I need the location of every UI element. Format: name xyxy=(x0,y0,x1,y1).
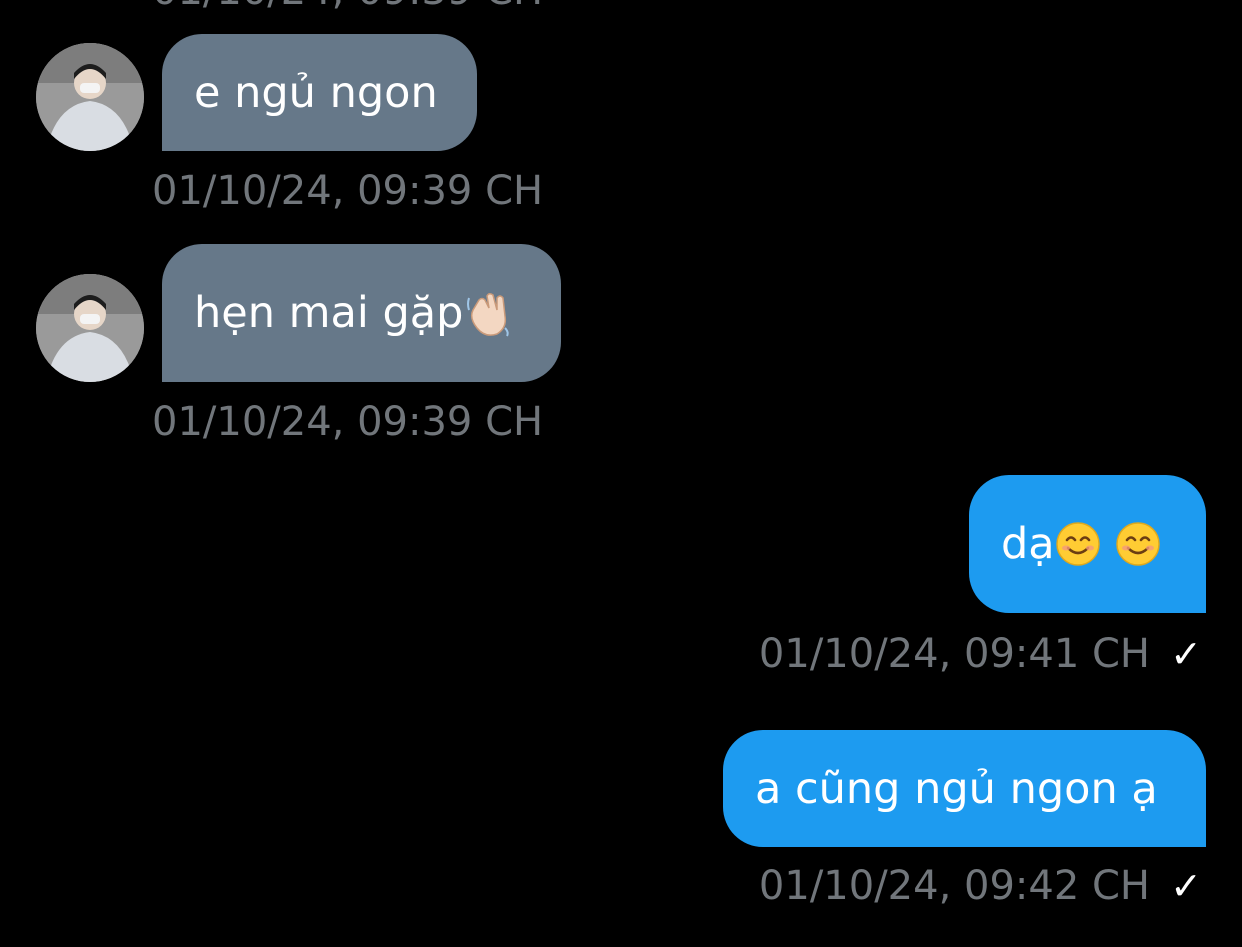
avatar[interactable] xyxy=(36,274,144,382)
smiling-face-icon xyxy=(1055,522,1100,566)
incoming-message-bubble[interactable]: hẹn mai gặp xyxy=(162,244,561,382)
previous-message-timestamp: 01/10/24, 09:39 CH xyxy=(152,0,543,14)
incoming-message-bubble[interactable]: e ngủ ngon xyxy=(162,34,477,151)
avatar[interactable] xyxy=(36,43,144,151)
message-text: dạ xyxy=(1001,519,1055,569)
sent-check-icon: ✓ xyxy=(1170,864,1202,908)
outgoing-message-bubble[interactable]: dạ xyxy=(969,475,1206,613)
smiling-face-icon xyxy=(1115,522,1160,566)
message-timestamp: 01/10/24, 09:39 CH xyxy=(152,399,544,445)
message-timestamp: 01/10/24, 09:39 CH xyxy=(152,168,544,214)
message-text: a cũng ngủ ngon ạ xyxy=(755,763,1158,814)
message-timestamp: 01/10/24, 09:41 CH xyxy=(758,631,1150,677)
message-text: e ngủ ngon xyxy=(194,67,438,118)
dm-conversation: 01/10/24, 09:39 CH e ngủ ngon 01/10/24, … xyxy=(0,0,1242,947)
waving-hand-icon xyxy=(467,292,510,337)
profile-photo-icon xyxy=(36,274,144,382)
sent-check-icon: ✓ xyxy=(1170,632,1202,676)
outgoing-message-bubble[interactable]: a cũng ngủ ngon ạ xyxy=(723,730,1206,847)
profile-photo-icon xyxy=(36,43,144,151)
message-text: hẹn mai gặp xyxy=(194,288,464,338)
message-timestamp: 01/10/24, 09:42 CH xyxy=(758,863,1150,909)
